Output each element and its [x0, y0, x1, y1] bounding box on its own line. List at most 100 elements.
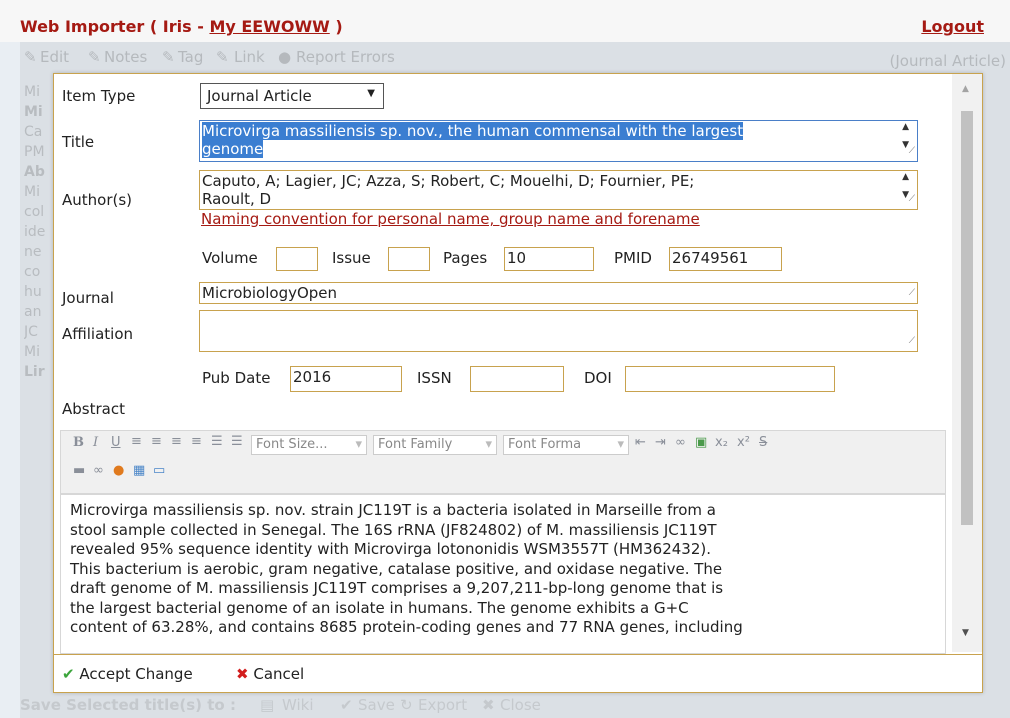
abstract-line: Microvirga massiliensis sp. nov. strain …: [70, 501, 716, 519]
library-link[interactable]: My EEWOWW: [209, 17, 329, 36]
pmid-input[interactable]: 26749561: [669, 247, 782, 271]
scrollbar-thumb[interactable]: [961, 111, 973, 525]
authors-textarea[interactable]: Caputo, A; Lagier, JC; Azza, S; Robert, …: [199, 170, 918, 210]
link-icon: ✎: [216, 48, 229, 66]
journal-textarea[interactable]: MicrobiologyOpen ⟋: [199, 282, 918, 304]
doi-label: DOI: [584, 369, 612, 387]
resize-grip-icon[interactable]: ⟋: [909, 190, 915, 208]
edit-dialog: Item Type Journal Article ▼ Title Microv…: [53, 73, 983, 693]
abstract-line: the largest bacterial genome of an isola…: [70, 598, 689, 617]
bg-wiki-button[interactable]: Wiki: [282, 696, 314, 714]
bg-save-button[interactable]: Save: [358, 696, 395, 714]
bg-close-button[interactable]: Close: [500, 696, 541, 714]
italic-icon[interactable]: I: [93, 435, 98, 450]
bg-report-button[interactable]: Report Errors: [296, 48, 395, 66]
accept-change-button[interactable]: ✔ Accept Change: [62, 665, 193, 683]
dash: -: [197, 17, 204, 36]
user-name: Iris: [162, 17, 192, 36]
align-right-icon[interactable]: ≡: [171, 434, 182, 449]
resize-grip-icon[interactable]: ⟋: [909, 142, 915, 160]
top-bar: Web Importer ( Iris - My EEWOWW ) Logout: [0, 0, 1010, 42]
dialog-scrollbar[interactable]: ▲ ▼: [952, 74, 982, 652]
image-icon[interactable]: ▣: [695, 435, 707, 450]
item-type-label: Item Type: [62, 87, 136, 105]
underline-icon[interactable]: U: [111, 435, 121, 450]
authors-label: Author(s): [62, 191, 133, 209]
volume-input[interactable]: [276, 247, 318, 271]
ordered-list-icon[interactable]: ☰: [211, 434, 223, 449]
dialog-footer: ✔ Accept Change ✖ Cancel: [54, 654, 982, 692]
bg-left-fragment: Ca: [24, 124, 43, 140]
background-toolbar: ✎ Edit ✎ Notes ✎ Tag ✎ Link ● Report Err…: [20, 44, 1010, 72]
title-text-line2: genome: [202, 140, 264, 158]
bg-save-selected: Save Selected title(s) to :: [20, 696, 236, 714]
journal-label: Journal: [62, 289, 114, 307]
item-type-value: Journal Article: [207, 87, 312, 105]
bg-left-fragment: JC: [24, 324, 38, 340]
font-size-select[interactable]: Font Size...: [251, 435, 367, 455]
scroll-up-icon[interactable]: ▲: [962, 84, 969, 94]
strikethrough-icon[interactable]: S: [759, 435, 767, 450]
naming-convention-link[interactable]: Naming convention for personal name, gro…: [201, 210, 700, 228]
background-left-column: Mi Mi Ca PM Ab Mi col ide ne co hu an JC Mi Lir: [24, 82, 54, 382]
pubdate-input[interactable]: 2016: [290, 366, 402, 392]
bg-left-fragment: Mi: [24, 184, 40, 200]
bg-left-fragment: Mi: [24, 104, 43, 120]
cancel-button[interactable]: ✖ Cancel: [236, 665, 304, 683]
bg-left-fragment: co: [24, 264, 41, 280]
align-center-icon[interactable]: ≡: [151, 434, 162, 449]
export-icon: ↻: [400, 696, 413, 714]
doi-input[interactable]: [625, 366, 835, 392]
color-picker-icon[interactable]: ●: [113, 463, 124, 478]
bg-edit-button[interactable]: Edit: [40, 48, 69, 66]
item-type-select[interactable]: Journal Article ▼: [200, 83, 384, 109]
accept-change-label: Accept Change: [79, 665, 193, 683]
title-textarea[interactable]: Microvirga massiliensis sp. nov., the hu…: [199, 120, 918, 162]
volume-label: Volume: [202, 249, 258, 267]
edit-html-icon[interactable]: ▦: [133, 463, 145, 478]
resize-grip-icon[interactable]: ⟋: [909, 284, 915, 302]
affiliation-textarea[interactable]: ⟋: [199, 310, 918, 352]
close-icon: ✖: [482, 696, 495, 714]
app-title: Web Importer ( Iris - My EEWOWW ): [20, 17, 343, 36]
abstract-editor[interactable]: Microvirga massiliensis sp. nov. strain …: [60, 494, 946, 654]
align-left-icon[interactable]: ≡: [131, 434, 142, 449]
issn-input[interactable]: [470, 366, 564, 392]
bg-link-button[interactable]: Link: [234, 48, 265, 66]
editor-toolbar: B I U ≡ ≡ ≡ ≡ ☰ ☰ Font Size... Font Fami…: [60, 430, 946, 494]
special-char-icon[interactable]: ▭: [153, 463, 165, 478]
paren-open: (: [149, 17, 158, 36]
outdent-icon[interactable]: ⇤: [635, 435, 646, 450]
subscript-icon[interactable]: x₂: [715, 435, 728, 450]
unlink-icon[interactable]: ∞: [675, 435, 686, 450]
horizontal-rule-icon[interactable]: ▬: [73, 463, 85, 478]
bullet-list-icon[interactable]: ☰: [231, 434, 243, 449]
app-name: Web Importer: [20, 17, 145, 36]
bg-tag-button[interactable]: Tag: [178, 48, 203, 66]
pages-input[interactable]: 10: [504, 247, 594, 271]
paren-close: ): [335, 17, 343, 36]
superscript-icon[interactable]: x²: [737, 435, 750, 450]
bold-icon[interactable]: B: [73, 435, 84, 450]
issue-input[interactable]: [388, 247, 430, 271]
logout-link[interactable]: Logout: [921, 17, 984, 36]
align-justify-icon[interactable]: ≡: [191, 434, 202, 449]
bg-left-fragment: ide: [24, 224, 46, 240]
bg-notes-button[interactable]: Notes: [104, 48, 147, 66]
indent-icon[interactable]: ⇥: [655, 435, 666, 450]
bg-left-fragment: an: [24, 304, 42, 320]
font-family-select[interactable]: Font Family: [373, 435, 497, 455]
bg-left-fragment: Ab: [24, 164, 45, 180]
abstract-line: This bacterium is aerobic, gram negative…: [70, 559, 723, 578]
scroll-down-icon[interactable]: ▼: [962, 628, 969, 638]
bg-left-fragment: ne: [24, 244, 42, 260]
link-icon[interactable]: ∞: [93, 463, 104, 478]
issue-label: Issue: [332, 249, 371, 267]
title-text: Microvirga massiliensis sp. nov., the hu…: [202, 122, 744, 140]
resize-grip-icon[interactable]: ⟋: [909, 332, 915, 350]
pubdate-label: Pub Date: [202, 369, 271, 387]
authors-text: Caputo, A; Lagier, JC; Azza, S; Robert, …: [202, 172, 695, 190]
bg-export-button[interactable]: Export: [418, 696, 467, 714]
font-format-select[interactable]: Font Forma: [503, 435, 629, 455]
bg-left-fragment: hu: [24, 284, 42, 300]
